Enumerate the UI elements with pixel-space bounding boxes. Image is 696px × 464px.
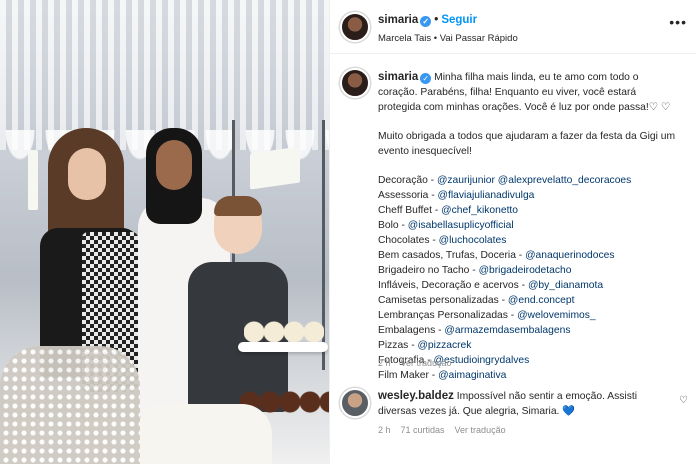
verified-badge-icon: ✓	[420, 16, 432, 27]
header-username[interactable]: simaria	[378, 14, 418, 26]
credit-label: Embalagens -	[378, 325, 445, 336]
comment-username[interactable]: wesley.baldez	[378, 390, 454, 402]
avatar[interactable]	[340, 12, 370, 42]
credit-mentions[interactable]: @brigadeirodetacho	[479, 265, 572, 276]
credit-label: Pizzas -	[378, 340, 418, 351]
flowers	[0, 346, 140, 464]
credit-label: Assessoria -	[378, 190, 438, 201]
comment-likes[interactable]: 71 curtidas	[401, 425, 445, 435]
credit-mentions[interactable]: @armazemdasembalagens	[444, 325, 570, 336]
credit-line: Lembranças Personalizadas - @welovemimos…	[378, 308, 678, 323]
credit-label: Lembranças Personalizadas -	[378, 310, 518, 321]
credit-mentions[interactable]: @pizzacrek	[417, 340, 471, 351]
credit-label: Film Maker -	[378, 370, 439, 381]
avatar[interactable]	[340, 68, 370, 98]
see-translation-link[interactable]: Ver tradução	[455, 425, 506, 435]
credit-label: Chocolates -	[378, 235, 439, 246]
audio-label[interactable]: Marcela Tais • Vai Passar Rápido	[378, 33, 518, 44]
credit-mentions[interactable]: @end.concept	[508, 295, 575, 306]
caption-thanks: Muito obrigada a todos que ajudaram a fa…	[378, 131, 676, 157]
credit-line: Infláveis, Decoração e acervos - @by_dia…	[378, 278, 678, 293]
credit-mentions[interactable]: @zaurijunior @alexprevelatto_decoracoes	[437, 175, 631, 186]
post-photo[interactable]	[0, 0, 329, 464]
comment: wesley.baldez Impossível não sentir a em…	[378, 389, 668, 419]
see-translation-link[interactable]: Ver tradução	[401, 358, 452, 368]
macarons-tray	[136, 404, 272, 464]
credit-mentions[interactable]: @anaquerinodoces	[525, 250, 614, 261]
more-horizontal-icon[interactable]: •••	[669, 14, 687, 30]
credit-line: Camisetas personalizadas - @end.concept	[378, 293, 678, 308]
avatar[interactable]	[340, 388, 370, 418]
credit-line: Decoração - @zaurijunior @alexprevelatto…	[378, 173, 678, 188]
comment-meta: 2 h 71 curtidas Ver tradução	[378, 425, 516, 435]
credit-label: Infláveis, Decoração e acervos -	[378, 280, 528, 291]
credit-mentions[interactable]: @flaviajulianadivulga	[438, 190, 535, 201]
credit-mentions[interactable]: @aimaginativa	[438, 370, 506, 381]
boy-hair	[214, 196, 262, 216]
comment-time[interactable]: 2 h	[378, 425, 391, 435]
verified-badge-icon: ✓	[420, 73, 432, 84]
credit-label: Bem casados, Trufas, Doceria -	[378, 250, 526, 261]
post-header: simaria ✓ • Seguir Marcela Tais • Vai Passa…	[330, 0, 696, 54]
credit-mentions[interactable]: @luchocolates	[439, 235, 507, 246]
mother-face	[156, 140, 192, 190]
credit-line: Assessoria - @flaviajulianadivulga	[378, 188, 678, 203]
cupcakes	[244, 318, 324, 344]
credit-mentions[interactable]: @by_dianamota	[528, 280, 603, 291]
caption: simaria ✓ Minha filha mais linda, eu te a…	[378, 70, 678, 383]
credit-line: Pizzas - @pizzacrek	[378, 338, 678, 353]
comment-emoji: 💙	[562, 406, 576, 417]
like-comment-heart-icon[interactable]: ♡	[679, 395, 688, 406]
credit-label: Cheff Buffet -	[378, 205, 442, 216]
post-side-panel: simaria ✓ • Seguir Marcela Tais • Vai Passa…	[329, 0, 696, 464]
credit-line: Chocolates - @luchocolates	[378, 233, 678, 248]
cake-stand	[238, 342, 328, 352]
credit-line: Bolo - @isabellasuplicyofficial	[378, 218, 678, 233]
credit-label: Brigadeiro no Tacho -	[378, 265, 479, 276]
header-username-line: simaria ✓ • Seguir	[378, 14, 477, 27]
caption-username[interactable]: simaria	[378, 71, 418, 83]
curtain-backdrop	[0, 0, 329, 150]
caption-meta: 2 h Ver tradução	[378, 358, 462, 368]
separator-dot: •	[434, 14, 439, 26]
credit-mentions[interactable]: @isabellasuplicyofficial	[408, 220, 514, 231]
credit-line: Brigadeiro no Tacho - @brigadeirodetacho	[378, 263, 678, 278]
follow-button[interactable]: Seguir	[441, 14, 477, 26]
credit-line: Film Maker - @aimaginativa	[378, 368, 678, 383]
girl-face	[68, 148, 106, 200]
credit-line: Bem casados, Trufas, Doceria - @anaqueri…	[378, 248, 678, 263]
credit-line: Cheff Buffet - @chef_kikonetto	[378, 203, 678, 218]
ceiling-light	[250, 146, 300, 190]
caption-time[interactable]: 2 h	[378, 358, 391, 368]
credit-mentions[interactable]: @welovemimos_	[517, 310, 596, 321]
credit-label: Bolo -	[378, 220, 408, 231]
credit-line: Embalagens - @armazemdasembalagens	[378, 323, 678, 338]
ceiling-light	[28, 150, 38, 210]
credit-label: Decoração -	[378, 175, 437, 186]
credit-mentions[interactable]: @chef_kikonetto	[441, 205, 518, 216]
credits-list: Decoração - @zaurijunior @alexprevelatto…	[378, 173, 678, 383]
credit-label: Camisetas personalizadas -	[378, 295, 508, 306]
